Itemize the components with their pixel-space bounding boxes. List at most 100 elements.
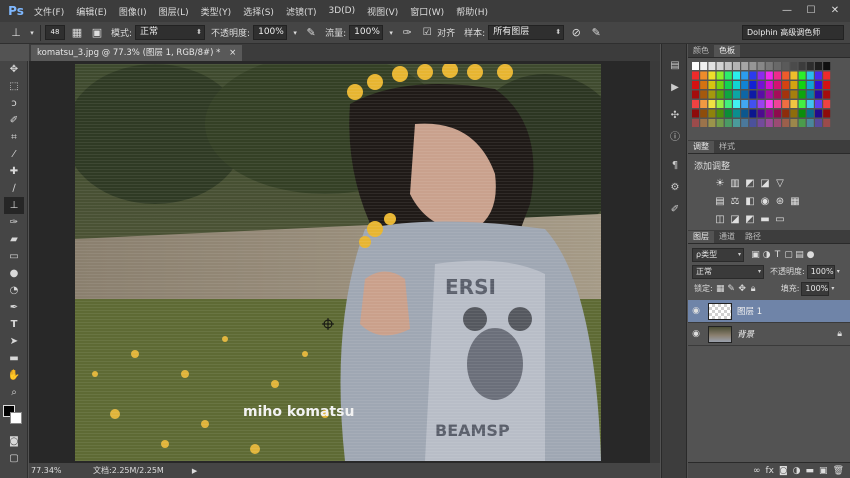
shape-tool-icon[interactable]: ▬ (4, 350, 24, 367)
swatch-cell[interactable] (798, 119, 806, 127)
color-balance-icon[interactable]: ⚖ (729, 196, 741, 208)
layer-opacity-input[interactable]: 100% (806, 264, 835, 279)
swatch-cell[interactable] (716, 81, 724, 89)
pressure-opacity-icon[interactable]: ✎ (303, 25, 319, 41)
swatch-cell[interactable] (700, 100, 708, 108)
swatch-cell[interactable] (708, 81, 716, 89)
swatch-cell[interactable] (733, 90, 740, 99)
swatch-cell[interactable] (782, 90, 790, 99)
swatch-cell[interactable] (823, 71, 831, 80)
exposure-icon[interactable]: ◪ (759, 178, 771, 190)
adjustment-layer-icon[interactable]: ◑ (793, 466, 801, 476)
swatch-cell[interactable] (806, 81, 814, 89)
path-select-tool-icon[interactable]: ➤ (4, 333, 24, 350)
swatch-cell[interactable] (741, 100, 749, 108)
swatch-cell[interactable] (757, 119, 765, 127)
swatch-cell[interactable] (733, 62, 740, 70)
eye-icon[interactable]: ◉ (688, 329, 704, 339)
swatch-cell[interactable] (741, 109, 749, 118)
swatch-cell[interactable] (823, 90, 831, 99)
swatch-cell[interactable] (692, 100, 699, 108)
swatch-cell[interactable] (724, 109, 732, 118)
tab-layers[interactable]: 图层 (688, 231, 714, 243)
fx-icon[interactable]: fx (765, 466, 774, 476)
layer-row[interactable]: ◉ 图层 1 (688, 300, 850, 323)
swatch-cell[interactable] (774, 90, 781, 99)
swatch-cell[interactable] (700, 81, 708, 89)
swatch-cell[interactable] (798, 71, 806, 80)
crop-tool-icon[interactable]: ⌗ (4, 129, 24, 146)
swatch-cell[interactable] (815, 71, 822, 80)
swatch-cell[interactable] (708, 90, 716, 99)
airbrush-icon[interactable]: ✑ (399, 25, 415, 41)
swatch-cell[interactable] (733, 109, 740, 118)
menu-help[interactable]: 帮助(H) (450, 5, 494, 18)
swatch-cell[interactable] (823, 119, 831, 127)
filter-adjustment-icon[interactable]: ◑ (761, 249, 772, 261)
swatch-cell[interactable] (815, 119, 822, 127)
lock-pixels-icon[interactable]: ✎ (726, 283, 737, 295)
swatch-cell[interactable] (798, 100, 806, 108)
chevron-down-icon[interactable]: ▾ (28, 25, 36, 41)
swatch-cell[interactable] (782, 119, 790, 127)
background-color[interactable] (10, 412, 22, 424)
opacity-input[interactable]: 100% (253, 25, 288, 40)
pen-tool-icon[interactable]: ✒ (4, 299, 24, 316)
swatch-cell[interactable] (724, 62, 732, 70)
eye-icon[interactable]: ◉ (688, 306, 704, 316)
close-icon[interactable]: × (229, 48, 236, 58)
color-lookup-icon[interactable]: ▦ (789, 196, 801, 208)
menu-view[interactable]: 视图(V) (361, 5, 404, 18)
vertical-scrollbar[interactable] (650, 61, 660, 463)
swatch-cell[interactable] (757, 90, 765, 99)
swatch-cell[interactable] (815, 81, 822, 89)
healing-brush-tool-icon[interactable]: ✚ (4, 163, 24, 180)
swatch-cell[interactable] (716, 109, 724, 118)
menu-filter[interactable]: 滤镜(T) (280, 5, 323, 18)
brightness-icon[interactable]: ☀ (714, 178, 726, 190)
menu-3d[interactable]: 3D(D) (322, 6, 361, 16)
swatch-cell[interactable] (692, 62, 699, 70)
menu-file[interactable]: 文件(F) (28, 5, 70, 18)
brush-tool-icon[interactable]: ∕ (4, 180, 24, 197)
tab-swatches[interactable]: 色板 (714, 45, 740, 57)
ignore-adjustment-icon[interactable]: ⊘ (568, 25, 584, 41)
swatch-cell[interactable] (815, 100, 822, 108)
swatch-cell[interactable] (774, 109, 781, 118)
swatch-cell[interactable] (757, 81, 765, 89)
swatch-cell[interactable] (724, 71, 732, 80)
swatch-cell[interactable] (733, 81, 740, 89)
channel-mixer-icon[interactable]: ⊛ (774, 196, 786, 208)
posterize-icon[interactable]: ◪ (729, 214, 741, 226)
flow-input[interactable]: 100% (349, 25, 384, 40)
gradient-tool-icon[interactable]: ▭ (4, 248, 24, 265)
stamp-tool-icon[interactable]: ⊥ (8, 25, 24, 41)
swatch-cell[interactable] (749, 71, 757, 80)
swatch-cell[interactable] (724, 81, 732, 89)
swatch-cell[interactable] (749, 62, 757, 70)
swatch-cell[interactable] (700, 62, 708, 70)
hand-tool-icon[interactable]: ✋ (4, 367, 24, 384)
swatch-cell[interactable] (774, 62, 781, 70)
swatch-cell[interactable] (708, 62, 716, 70)
chevron-down-icon[interactable]: ▾ (387, 25, 395, 41)
selective-color-icon[interactable]: ▭ (774, 214, 786, 226)
swatch-cell[interactable] (798, 90, 806, 99)
swatch-cell[interactable] (692, 109, 699, 118)
swatch-cell[interactable] (790, 90, 798, 99)
swatch-cell[interactable] (700, 71, 708, 80)
filter-pixel-icon[interactable]: ▣ (750, 249, 761, 261)
clone-stamp-tool-icon[interactable]: ⊥ (4, 197, 24, 214)
threshold-icon[interactable]: ◩ (744, 214, 756, 226)
swatch-cell[interactable] (749, 109, 757, 118)
swatch-grid[interactable] (692, 62, 846, 134)
swatch-cell[interactable] (716, 71, 724, 80)
lasso-tool-icon[interactable]: ↄ (4, 95, 24, 112)
arrow-right-icon[interactable]: ▶ (192, 467, 197, 475)
chevron-down-icon[interactable]: ▾ (291, 25, 299, 41)
quick-select-tool-icon[interactable]: ✐ (4, 112, 24, 129)
swatch-cell[interactable] (774, 119, 781, 127)
history-panel-icon[interactable]: ▤ (666, 58, 684, 74)
link-icon[interactable]: ∞ (753, 466, 761, 476)
sample-select[interactable]: 所有图层 ⬍ (488, 25, 565, 40)
